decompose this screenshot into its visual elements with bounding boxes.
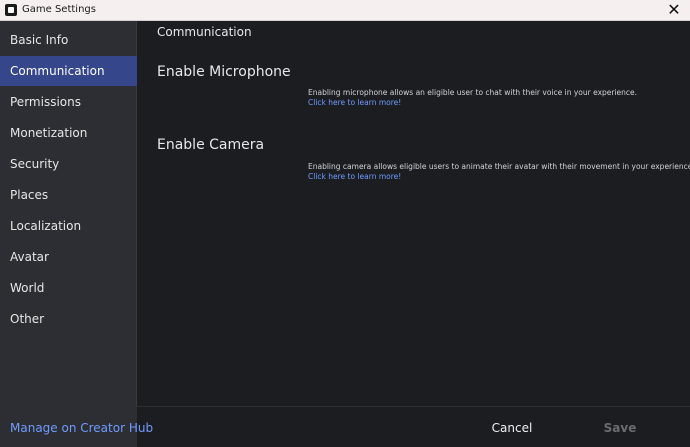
sidebar-item-localization[interactable]: Localization — [0, 211, 137, 241]
app-icon — [5, 4, 17, 16]
microphone-section-title: Enable Microphone — [157, 64, 291, 80]
sidebar-item-security[interactable]: Security — [0, 149, 137, 179]
page-title: Communication — [157, 25, 252, 39]
camera-section-title: Enable Camera — [157, 137, 265, 153]
creator-hub-link[interactable]: Manage on Creator Hub — [10, 421, 153, 435]
camera-description: Enabling camera allows eligible users to… — [308, 162, 690, 171]
title-bar: Game Settings ✕ — [0, 0, 690, 21]
sidebar-item-permissions[interactable]: Permissions — [0, 87, 137, 117]
sidebar-item-other[interactable]: Other — [0, 304, 137, 334]
close-icon[interactable]: ✕ — [664, 0, 684, 20]
save-button[interactable]: Save — [590, 416, 650, 440]
sidebar-item-avatar[interactable]: Avatar — [0, 242, 137, 272]
sidebar-item-communication[interactable]: Communication — [0, 56, 137, 86]
window-title: Game Settings — [22, 4, 96, 15]
footer-bar: Manage on Creator Hub Cancel Save — [0, 406, 690, 447]
microphone-learn-more-link[interactable]: Click here to learn more! — [308, 98, 401, 107]
sidebar-item-world[interactable]: World — [0, 273, 137, 303]
sidebar-item-basic-info[interactable]: Basic Info — [0, 25, 137, 55]
footer-left-panel: Manage on Creator Hub — [0, 407, 153, 447]
settings-panel: Communication Enable Microphone Enabling… — [138, 21, 690, 406]
camera-learn-more-link[interactable]: Click here to learn more! — [308, 172, 401, 181]
sidebar-item-places[interactable]: Places — [0, 180, 137, 210]
sidebar-item-monetization[interactable]: Monetization — [0, 118, 137, 148]
microphone-description: Enabling microphone allows an eligible u… — [308, 88, 638, 97]
cancel-button[interactable]: Cancel — [480, 416, 544, 440]
sidebar: Basic Info Communication Permissions Mon… — [0, 21, 137, 406]
